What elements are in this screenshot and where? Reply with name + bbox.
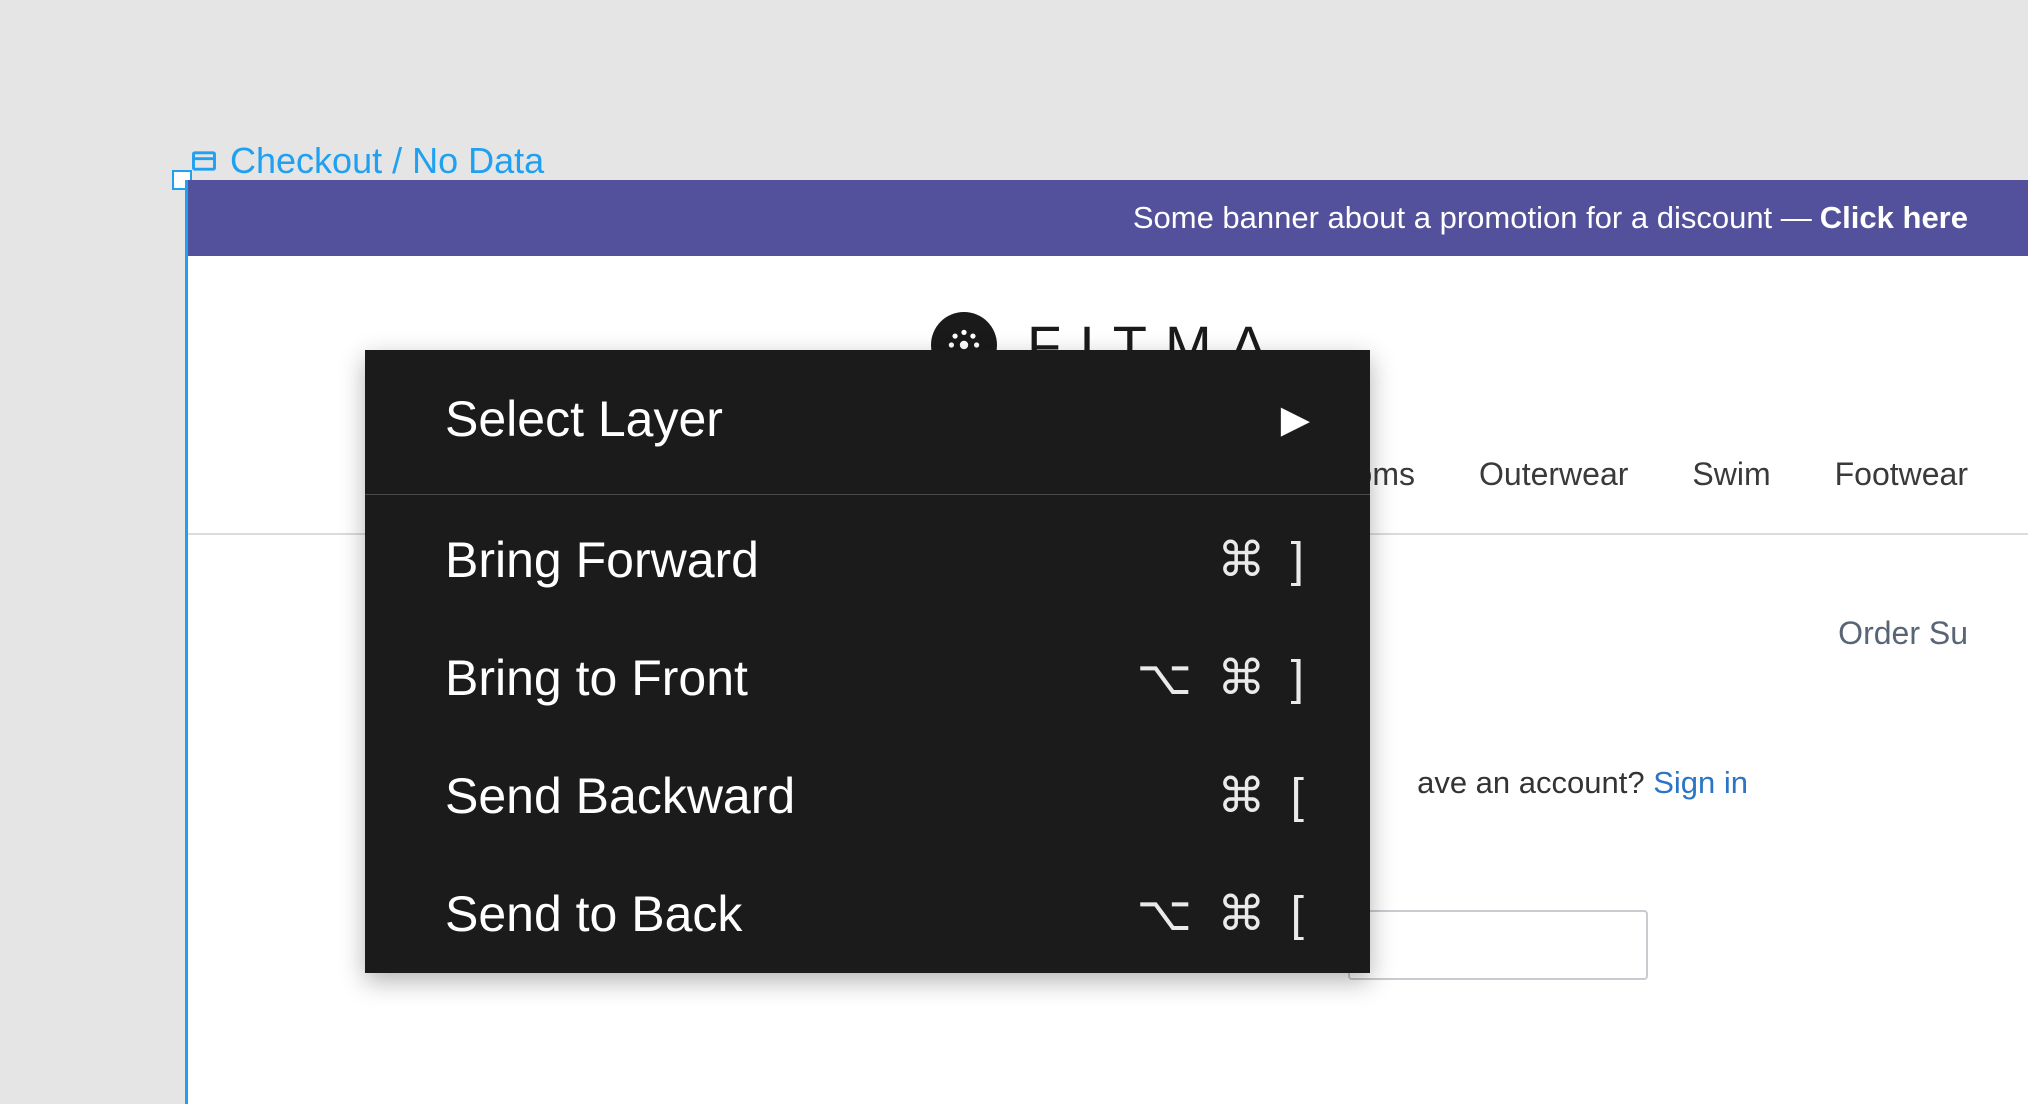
submenu-arrow-icon: ▶: [1281, 397, 1310, 442]
menu-item-label: Send to Back: [445, 885, 742, 943]
context-menu[interactable]: Select Layer ▶ Bring Forward ⌘ ] Bring t…: [365, 350, 1370, 973]
signin-prompt: ave an account? Sign in: [1417, 765, 1748, 801]
menu-item-send-backward[interactable]: Send Backward ⌘ [: [365, 737, 1370, 855]
banner-text: Some banner about a promotion for a disc…: [1133, 200, 1812, 236]
menu-item-select-layer[interactable]: Select Layer ▶: [365, 350, 1370, 488]
menu-shortcut: ⌘ [: [1217, 768, 1310, 824]
menu-item-send-to-back[interactable]: Send to Back ⌥ ⌘ [: [365, 855, 1370, 973]
menu-shortcut: ⌘ ]: [1217, 532, 1310, 588]
promo-banner: Some banner about a promotion for a disc…: [188, 180, 2028, 256]
order-summary-heading: Order Su: [1838, 615, 1968, 652]
account-prompt-text: ave an account?: [1417, 765, 1653, 800]
menu-item-bring-to-front[interactable]: Bring to Front ⌥ ⌘ ]: [365, 619, 1370, 737]
nav-item-swim[interactable]: Swim: [1692, 456, 1770, 493]
menu-item-label: Bring to Front: [445, 649, 748, 707]
menu-item-label: Bring Forward: [445, 531, 759, 589]
text-input[interactable]: [1348, 910, 1648, 980]
menu-item-label: Select Layer: [445, 390, 723, 448]
frame-label-text: Checkout / No Data: [230, 140, 544, 182]
frame-label[interactable]: Checkout / No Data: [190, 140, 544, 182]
menu-shortcut: ⌥ ⌘ [: [1137, 886, 1310, 942]
nav-item-outerwear[interactable]: Outerwear: [1479, 456, 1628, 493]
menu-shortcut: ⌥ ⌘ ]: [1137, 650, 1310, 706]
nav-item-footwear[interactable]: Footwear: [1835, 456, 1968, 493]
signin-link[interactable]: Sign in: [1653, 765, 1748, 800]
menu-item-label: Send Backward: [445, 767, 795, 825]
menu-item-bring-forward[interactable]: Bring Forward ⌘ ]: [365, 501, 1370, 619]
menu-separator: [365, 494, 1370, 495]
frame-icon: [190, 147, 218, 175]
banner-cta-link[interactable]: Click here: [1820, 200, 1968, 236]
